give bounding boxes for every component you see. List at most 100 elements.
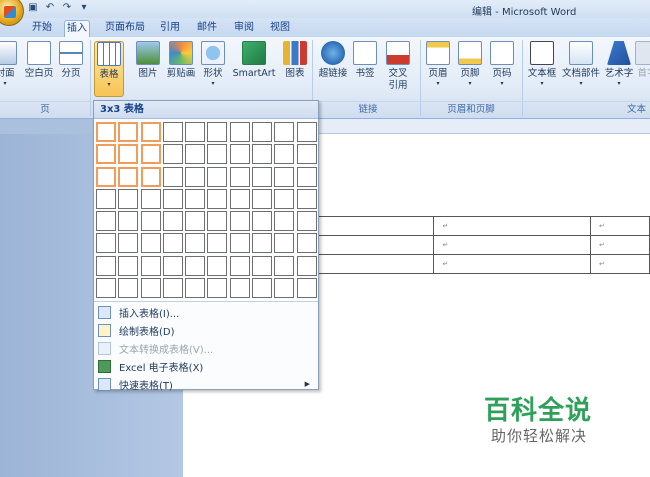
blank-page-button[interactable]: 空白页 [22,41,56,97]
table-grid-cell[interactable] [162,166,183,187]
table-grid-cell[interactable] [207,255,228,276]
hyperlink-button[interactable]: 超链接 [316,41,350,97]
table-grid-cell[interactable] [140,188,161,209]
table-grid-cell[interactable] [252,278,273,299]
table-grid-cell[interactable] [118,166,139,187]
table-grid-cell[interactable] [185,122,206,142]
table-grid-cell[interactable] [252,144,273,165]
table-grid-cell[interactable] [274,144,295,165]
table-grid-cell[interactable] [274,166,295,187]
table-grid-cell[interactable] [229,278,250,299]
table-grid-cell[interactable] [207,278,228,299]
table-grid-cell[interactable] [296,233,317,254]
table-grid-cell[interactable] [229,166,250,187]
table-grid-cell[interactable] [96,166,116,187]
table-button[interactable]: 表格 ▾ [94,41,124,97]
table-grid-cell[interactable] [296,255,317,276]
table-grid-cell[interactable] [162,278,183,299]
table-grid-cell[interactable] [207,122,228,142]
table-grid-cell[interactable] [296,278,317,299]
table-grid-cell[interactable] [185,188,206,209]
table-grid-cell[interactable] [229,144,250,165]
table-grid-cell[interactable] [118,278,139,299]
table-grid-cell[interactable] [140,166,161,187]
table-grid-cell[interactable] [96,122,116,142]
table-cell[interactable] [317,254,435,274]
table-grid-cell[interactable] [96,211,116,232]
table-grid-cell[interactable] [252,211,273,232]
excel-spreadsheet-menu-item[interactable]: Excel 电子表格(X) [94,357,318,375]
table-grid-cell[interactable] [296,122,317,142]
header-button[interactable]: 页眉 ▾ [424,41,452,97]
text-box-button[interactable]: 文本框 ▾ [526,41,558,97]
table-grid-cell[interactable] [274,233,295,254]
table-grid-cell[interactable] [274,278,295,299]
draw-table-menu-item[interactable]: 绘制表格(D) [94,321,318,339]
table-cell[interactable]: ↵ [433,254,592,274]
table-grid-cell[interactable] [140,211,161,232]
table-grid-cell[interactable] [274,122,295,142]
table-grid-cell[interactable] [96,233,116,254]
table-grid-cell[interactable] [207,166,228,187]
table-grid-cell[interactable] [207,144,228,165]
table-grid-cell[interactable] [96,255,116,276]
table-grid-cell[interactable] [118,144,139,165]
table-cell[interactable]: ↵ [433,216,592,236]
table-grid-cell[interactable] [140,255,161,276]
table-grid-cell[interactable] [229,233,250,254]
tab-references[interactable]: 引用 [158,20,182,37]
table-grid-cell[interactable] [252,188,273,209]
clip-art-button[interactable]: 剪贴画 [164,41,198,97]
table-grid-cell[interactable] [162,188,183,209]
page-break-button[interactable]: 分页 [58,41,84,97]
table-cell[interactable]: ↵ [590,235,650,255]
document-table[interactable]: ↵ ↵ ↵ ↵ ↵ ↵ [317,216,650,274]
table-cell[interactable] [317,235,435,255]
footer-button[interactable]: 页脚 ▾ [456,41,484,97]
quick-parts-button[interactable]: 文档部件 ▾ [560,41,602,97]
table-grid-cell[interactable] [162,122,183,142]
shapes-button[interactable]: 形状 ▾ [200,41,226,97]
table-cell[interactable]: ↵ [590,254,650,274]
table-grid-cell[interactable] [118,233,139,254]
table-grid-cell[interactable] [207,188,228,209]
table-grid-cell[interactable] [252,122,273,142]
table-grid-cell[interactable] [162,233,183,254]
table-grid-cell[interactable] [207,211,228,232]
table-grid-cell[interactable] [162,255,183,276]
tab-home[interactable]: 开始 [30,20,54,37]
table-grid-cell[interactable] [118,255,139,276]
table-grid-cell[interactable] [229,122,250,142]
table-grid-cell[interactable] [185,255,206,276]
quick-tables-menu-item[interactable]: 快速表格(T) ▶ [94,375,318,393]
table-cell[interactable]: ↵ [433,235,592,255]
table-grid-cell[interactable] [207,233,228,254]
table-grid-cell[interactable] [96,278,116,299]
cross-reference-button[interactable]: 交叉 引用 [384,41,412,97]
table-grid-cell[interactable] [185,211,206,232]
table-grid-cell[interactable] [162,211,183,232]
drop-cap-button[interactable]: 首字 [635,41,650,97]
table-grid-cell[interactable] [140,278,161,299]
table-grid-cell[interactable] [140,144,161,165]
table-grid-cell[interactable] [185,144,206,165]
tab-page-layout[interactable]: 页面布局 [103,20,147,37]
customize-toolbar-icon[interactable]: ▾ [77,1,91,15]
table-grid-cell[interactable] [252,255,273,276]
wordart-button[interactable]: 艺术字 ▾ [604,41,634,97]
table-grid-cell[interactable] [118,188,139,209]
picture-button[interactable]: 图片 [134,41,162,97]
table-grid-cell[interactable] [96,188,116,209]
cover-page-button[interactable]: 封面 ▾ [0,41,17,97]
table-grid-cell[interactable] [96,144,116,165]
tab-mailings[interactable]: 邮件 [195,20,219,37]
table-cell[interactable]: ↵ [590,216,650,236]
table-grid-cell[interactable] [229,255,250,276]
table-grid-cell[interactable] [140,122,161,142]
table-grid-cell[interactable] [274,211,295,232]
insert-table-menu-item[interactable]: 插入表格(I)... [94,303,318,321]
table-grid-cell[interactable] [229,211,250,232]
table-grid-cell[interactable] [296,211,317,232]
table-grid-cell[interactable] [162,144,183,165]
table-grid-cell[interactable] [185,166,206,187]
